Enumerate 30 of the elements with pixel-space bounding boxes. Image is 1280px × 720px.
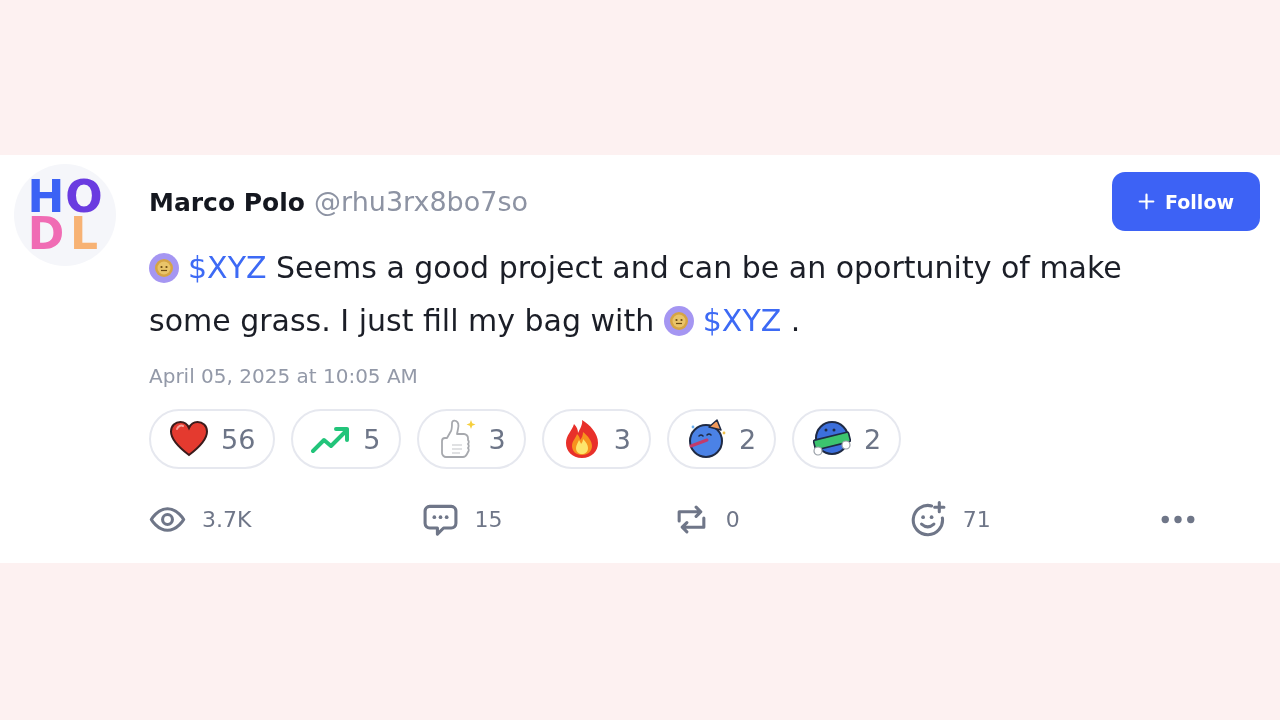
reaction-button[interactable]: 5 bbox=[291, 409, 401, 469]
coin-icon bbox=[663, 306, 694, 336]
ticker-link[interactable]: $XYZ bbox=[702, 303, 782, 338]
follow-button[interactable]: Follow bbox=[1112, 172, 1260, 231]
logo-letter: L bbox=[69, 215, 98, 252]
author-name[interactable]: Marco Polo bbox=[149, 188, 306, 217]
banner-face-icon bbox=[812, 419, 853, 459]
reaction-button[interactable]: 2 bbox=[666, 409, 777, 469]
reaction-button[interactable]: 3 bbox=[541, 409, 651, 469]
more-button[interactable] bbox=[1161, 514, 1195, 524]
post-text: $XYZ Seems a good project and can be an oportunity of make some grass. I just fill my bag with $XYZ . bbox=[149, 249, 1123, 340]
author-handle[interactable]: @rhu3rx8bo7so bbox=[314, 186, 528, 217]
more-icon bbox=[1161, 514, 1195, 524]
heart-icon bbox=[169, 419, 209, 459]
ticker-link[interactable]: $XYZ bbox=[188, 250, 267, 285]
add-reaction-button[interactable]: 71 bbox=[909, 500, 991, 538]
reaction-button[interactable]: 56 bbox=[149, 409, 276, 469]
add-reaction-icon bbox=[909, 500, 947, 538]
view-count: 3.7K bbox=[202, 506, 252, 532]
post-timestamp: April 05, 2025 at 10:05 AM bbox=[149, 363, 418, 390]
reaction-button[interactable]: 2 bbox=[792, 409, 902, 469]
reaction-button[interactable]: 3 bbox=[416, 409, 526, 469]
party-face-icon bbox=[686, 419, 727, 459]
coin-icon bbox=[149, 253, 179, 283]
plus-icon bbox=[1138, 193, 1156, 210]
logo-letter: D bbox=[27, 215, 65, 252]
logo-letter: H bbox=[27, 178, 65, 215]
logo-letter: O bbox=[65, 178, 103, 215]
repost-button[interactable]: 0 bbox=[672, 500, 740, 538]
comment-button[interactable]: 15 bbox=[421, 500, 503, 538]
